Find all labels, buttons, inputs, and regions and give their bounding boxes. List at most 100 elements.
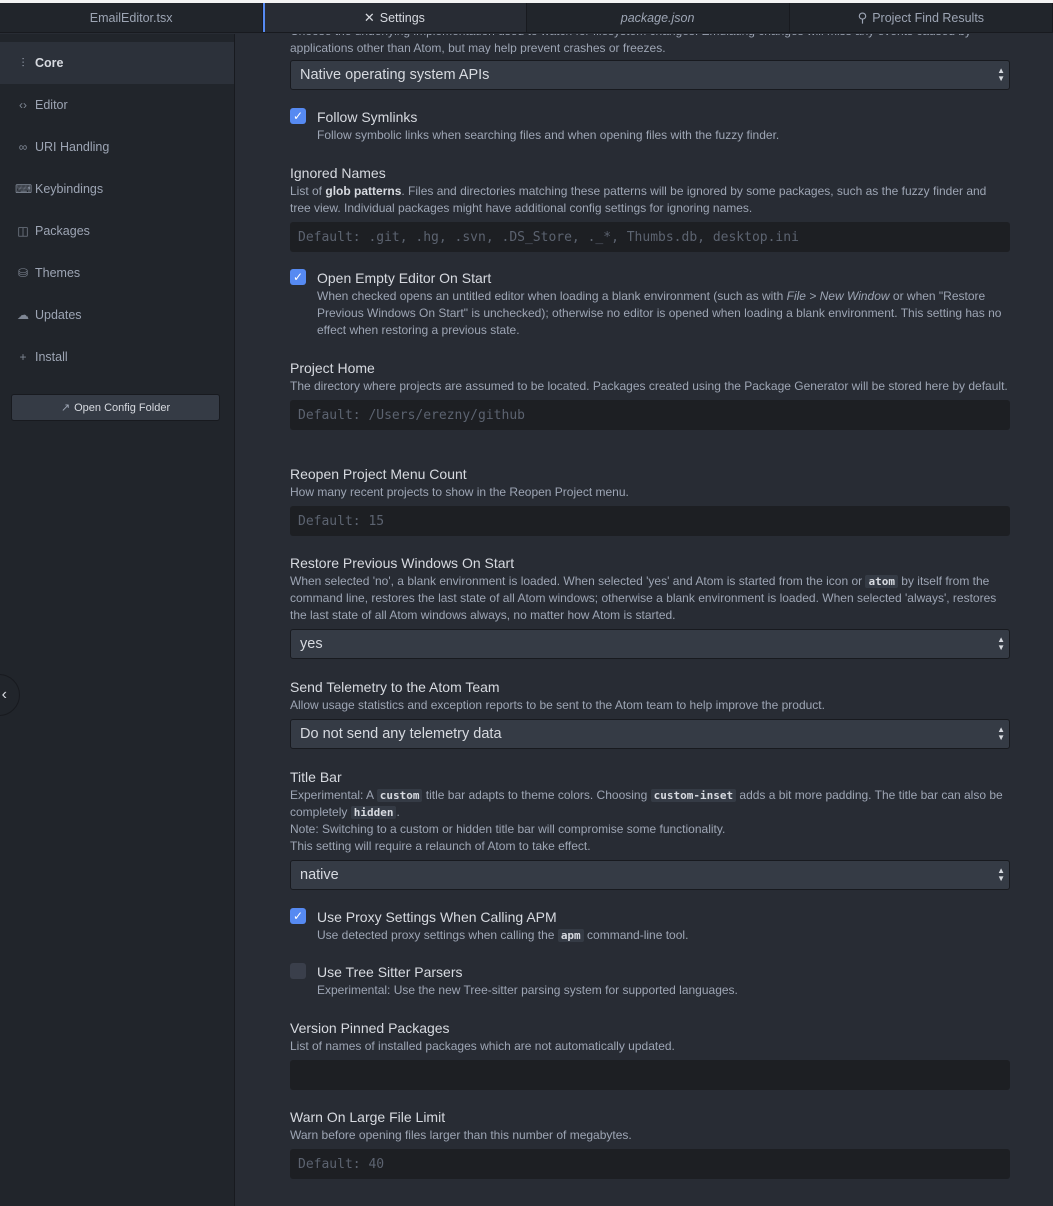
tab-label: Settings — [379, 10, 425, 25]
sidebar-item-label: Install — [35, 350, 68, 364]
setting-description: Experimental: A custom title bar adapts … — [290, 788, 1003, 819]
setting-title: Follow Symlinks — [317, 109, 418, 125]
fs-watcher-select-wrap: Native operating system APIs ▲ ▼ — [290, 60, 1010, 90]
setting-description: Experimental: Use the new Tree-sitter pa… — [317, 983, 738, 997]
tab-email-editor[interactable]: EmailEditor.tsx — [0, 3, 264, 32]
telemetry-setting: Send Telemetry to the Atom Team Allow us… — [290, 678, 1010, 749]
tab-label: package.json — [620, 10, 695, 25]
paintcan-icon: ⛁ — [17, 266, 29, 280]
setting-description: How many recent projects to show in the … — [290, 485, 629, 499]
select-value: Native operating system APIs — [300, 67, 490, 83]
search-icon: ⚲ — [857, 9, 868, 25]
follow-symlinks-checkbox[interactable]: ✓ — [290, 108, 306, 124]
telemetry-select[interactable]: Do not send any telemetry data ▲ ▼ — [290, 719, 1010, 749]
version-pinned-input[interactable] — [290, 1060, 1010, 1090]
chevron-left-icon: ‹ — [1, 686, 7, 703]
tools-icon: ✕ — [363, 9, 375, 25]
glob-patterns-link[interactable]: glob patterns — [325, 184, 401, 198]
keyboard-icon: ⌨ — [15, 182, 33, 196]
link-external-icon: ↗ — [60, 402, 71, 414]
title-bar-setting: Title Bar Experimental: A custom title b… — [290, 768, 1010, 890]
large-file-setting: Warn On Large File Limit Warn before ope… — [290, 1108, 1010, 1179]
setting-title: Use Proxy Settings When Calling APM — [317, 909, 557, 925]
select-arrows-icon: ▲ ▼ — [997, 725, 1005, 742]
sidebar-item-editor[interactable]: ‹› Editor — [0, 84, 234, 126]
sidebar-item-label: URI Handling — [35, 140, 110, 154]
setting-title: Warn On Large File Limit — [290, 1109, 446, 1125]
ignored-names-setting: Ignored Names List of glob patterns. Fil… — [290, 164, 1010, 252]
follow-symlinks-setting: ✓ Follow Symlinks Follow symbolic links … — [290, 108, 1010, 144]
open-config-folder-button[interactable]: ↗ Open Config Folder — [11, 394, 220, 421]
sidebar-item-label: Packages — [35, 224, 90, 238]
select-value: Do not send any telemetry data — [300, 726, 502, 742]
plus-icon: + — [19, 350, 27, 364]
tab-package-json[interactable]: package.json — [527, 3, 790, 32]
settings-panel: Choose the underlying implementation use… — [236, 34, 1053, 1206]
setting-description: Use detected proxy settings when calling… — [317, 928, 689, 942]
sidebar-item-label: Updates — [35, 308, 82, 322]
open-empty-editor-checkbox[interactable]: ✓ — [290, 269, 306, 285]
button-label: Open Config Folder — [74, 401, 171, 414]
sidebar-item-label: Editor — [35, 98, 68, 112]
fs-watcher-desc-wrap: Choose the underlying implementation use… — [290, 34, 1010, 54]
project-home-input[interactable]: Default: /Users/erezny/github — [290, 400, 1010, 430]
sidebar-item-uri-handling[interactable]: ∞ URI Handling — [0, 126, 234, 168]
setting-title: Send Telemetry to the Atom Team — [290, 679, 500, 695]
title-bar-select[interactable]: native ▲ ▼ — [290, 860, 1010, 890]
setting-description: The directory where projects are assumed… — [290, 379, 1008, 393]
setting-title: Use Tree Sitter Parsers — [317, 964, 463, 980]
tab-settings[interactable]: ✕ Settings — [263, 3, 527, 32]
package-icon: ◫ — [17, 224, 29, 238]
proxy-checkbox[interactable]: ✓ — [290, 908, 306, 924]
version-pinned-setting: Version Pinned Packages List of names of… — [290, 1019, 1010, 1090]
setting-description: Follow symbolic links when searching fil… — [317, 128, 780, 142]
setting-description: List of names of installed packages whic… — [290, 1039, 675, 1053]
tab-label: Project Find Results — [872, 10, 985, 25]
sidebar-item-themes[interactable]: ⛁ Themes — [0, 252, 234, 294]
large-file-input[interactable]: Default: 40 — [290, 1149, 1010, 1179]
setting-description: When checked opens an untitled editor wh… — [317, 289, 1002, 337]
tab-bar: EmailEditor.tsx ✕ Settings package.json ⚲… — [0, 3, 1053, 33]
settings-sidebar: ⫶ Core ‹› Editor ∞ URI Handling ⌨ Keybinding… — [0, 34, 235, 1206]
reopen-count-input[interactable]: Default: 15 — [290, 506, 1010, 536]
setting-title: Title Bar — [290, 769, 342, 785]
sidebar-item-install[interactable]: + Install — [0, 336, 234, 378]
setting-title: Project Home — [290, 360, 375, 376]
sidebar-item-core[interactable]: ⫶ Core — [0, 42, 234, 84]
setting-description: Allow usage statistics and exception rep… — [290, 698, 825, 712]
setting-title: Open Empty Editor On Start — [317, 270, 492, 286]
cloud-download-icon: ☁ — [17, 308, 29, 322]
select-arrows-icon: ▲ ▼ — [997, 866, 1005, 883]
setting-title: Restore Previous Windows On Start — [290, 555, 515, 571]
ignored-names-input[interactable]: Default: .git, .hg, .svn, .DS_Store, ._*… — [290, 222, 1010, 252]
restore-windows-select[interactable]: yes ▲ ▼ — [290, 629, 1010, 659]
setting-description: When selected 'no', a blank environment … — [290, 574, 997, 622]
project-home-setting: Project Home The directory where project… — [290, 359, 1010, 430]
restore-windows-setting: Restore Previous Windows On Start When s… — [290, 554, 1010, 659]
sidebar-item-label: Keybindings — [35, 182, 104, 196]
tree-sitter-checkbox[interactable] — [290, 963, 306, 979]
link-icon: ∞ — [18, 140, 28, 154]
select-value: native — [300, 867, 339, 883]
sidebar-item-label: Core — [35, 56, 64, 70]
select-arrows-icon: ▲ ▼ — [997, 66, 1005, 83]
setting-relaunch-note: This setting will require a relaunch of … — [290, 839, 591, 853]
setting-title: Version Pinned Packages — [290, 1020, 450, 1036]
setting-note: Note: Switching to a custom or hidden ti… — [290, 822, 726, 836]
tab-project-find-results[interactable]: ⚲ Project Find Results — [790, 3, 1053, 32]
setting-title: Reopen Project Menu Count — [290, 466, 467, 482]
fs-watcher-description: Choose the underlying implementation use… — [290, 34, 971, 54]
fs-watcher-select[interactable]: Native operating system APIs ▲ ▼ — [290, 60, 1010, 90]
reopen-count-setting: Reopen Project Menu Count How many recen… — [290, 465, 1010, 536]
setting-description: List of glob patterns. Files and directo… — [290, 184, 987, 215]
code-icon: ‹› — [19, 98, 27, 112]
sidebar-item-label: Themes — [35, 266, 81, 280]
tree-sitter-setting: Use Tree Sitter Parsers Experimental: Us… — [290, 963, 1010, 999]
proxy-setting: ✓ Use Proxy Settings When Calling APM Us… — [290, 908, 1010, 944]
open-empty-editor-setting: ✓ Open Empty Editor On Start When checke… — [290, 269, 1010, 339]
sidebar-item-keybindings[interactable]: ⌨ Keybindings — [0, 168, 234, 210]
select-value: yes — [300, 636, 323, 652]
sidebar-item-packages[interactable]: ◫ Packages — [0, 210, 234, 252]
select-arrows-icon: ▲ ▼ — [997, 635, 1005, 652]
sidebar-item-updates[interactable]: ☁ Updates — [0, 294, 234, 336]
